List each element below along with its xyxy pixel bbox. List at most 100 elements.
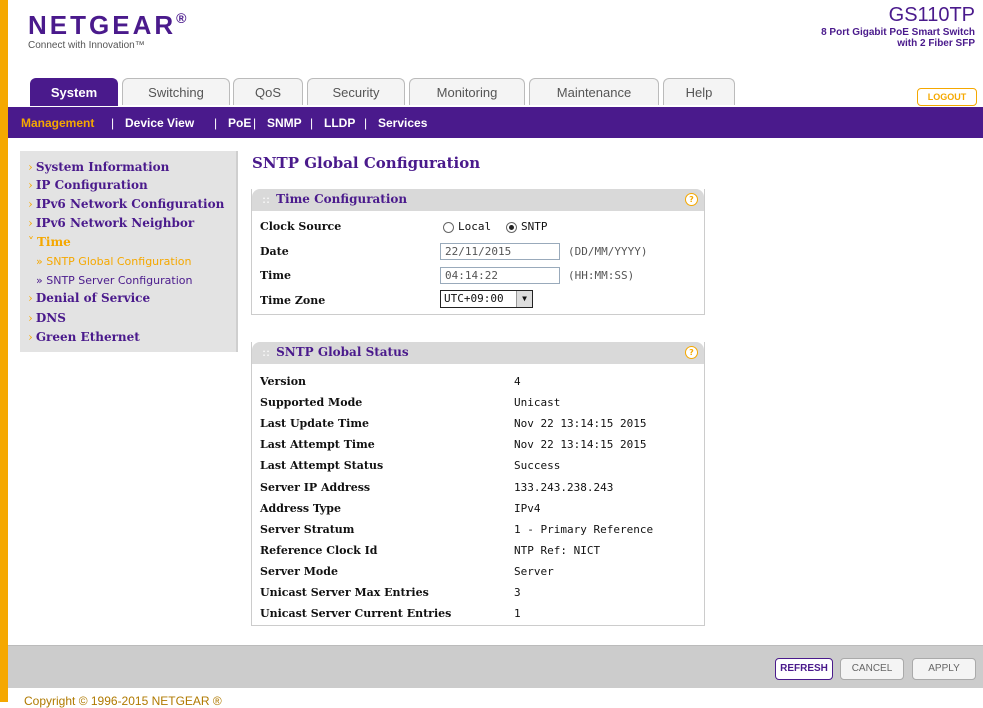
chevron-down-icon: ˅ [28,235,34,249]
status-value: 3 [514,586,521,599]
panel-title: :: Time Configuration [262,192,408,206]
model-info: GS110TP 8 Port Gigabit PoE Smart Switch … [821,4,975,49]
subnav-separator: | [214,116,218,130]
subnav-separator: | [310,116,314,130]
clock-source-sntp-radio[interactable] [506,222,517,233]
panel-title-text: SNTP Global Status [276,345,409,359]
status-value: NTP Ref: NICT [514,544,601,557]
sidebar-item-system-information[interactable]: › System Information [28,160,169,174]
sidebar-item-label: DNS [35,311,66,325]
sidebar-item-label: IPv6 Network Neighbor [35,216,195,230]
tab-security[interactable]: Security [307,78,405,105]
sidebar-subitem-sntp-server-configuration[interactable]: » SNTP Server Configuration [36,274,192,287]
panel-title-text: Time Configuration [276,192,408,206]
sidebar-item-label: IP Configuration [35,178,148,192]
sidebar-item-ip-configuration[interactable]: › IP Configuration [28,178,148,192]
help-icon[interactable]: ? [685,193,698,206]
left-accent-bar [0,0,8,702]
status-value: Success [514,459,561,472]
tab-help[interactable]: Help [663,78,735,105]
sidebar-item-dns[interactable]: › DNS [28,311,66,325]
status-value: 133.243.238.243 [514,481,614,494]
model-name: GS110TP [888,4,975,26]
model-desc-2: with 2 Fiber SFP [897,38,975,49]
sidebar-subitem-label: SNTP Server Configuration [46,274,193,287]
status-label: Last Attempt Status [260,459,384,472]
status-label: Server Stratum [260,523,355,536]
chevron-right-icon: › [28,330,33,344]
tab-maintenance[interactable]: Maintenance [529,78,659,105]
subnav-lldp[interactable]: LLDP [324,116,355,130]
sidebar-item-denial-of-service[interactable]: › Denial of Service [28,291,150,305]
date-label: Date [260,245,289,258]
sidebar: › System Information › IP Configuration › I… [20,151,238,352]
tab-switching[interactable]: Switching [122,78,230,105]
chevron-right-icon: › [28,178,33,192]
model-desc-1: 8 Port Gigabit PoE Smart Switch [821,27,975,38]
sidebar-item-label: Green Ethernet [35,330,140,344]
subnav-management[interactable]: Management [21,116,94,130]
cancel-button[interactable]: CANCEL [840,658,904,680]
logout-button[interactable]: LOGOUT [917,88,977,106]
status-label: Unicast Server Max Entries [260,586,429,599]
status-label: Address Type [260,502,341,515]
clock-source-sntp-label: SNTP [521,220,548,233]
header: NETGEAR® Connect with Innovation™ GS110T… [8,0,983,78]
sub-navigation: Management | Device View | PoE | SNMP | … [8,107,983,138]
chevron-right-icon: › [28,197,33,211]
chevron-right-icon: › [28,216,33,230]
sidebar-item-green-ethernet[interactable]: › Green Ethernet [28,330,140,344]
chevron-down-icon: ▼ [516,291,532,307]
subnav-services[interactable]: Services [378,116,427,130]
copyright-text: Copyright © 1996-2015 NETGEAR ® [24,694,222,708]
status-value: 1 - Primary Reference [514,523,654,536]
sidebar-subitem-sntp-global-configuration[interactable]: » SNTP Global Configuration [36,255,191,268]
status-label: Reference Clock Id [260,544,378,557]
sidebar-item-time[interactable]: ˅ Time [28,235,71,249]
sidebar-item-label: Time [37,235,71,249]
date-field[interactable]: 22/11/2015 [440,243,560,260]
footer-bar: REFRESH CANCEL APPLY [8,645,983,688]
sidebar-item-label: Denial of Service [35,291,151,305]
chevron-right-icon: › [28,160,33,174]
date-format-hint: (DD/MM/YYYY) [568,245,648,258]
sidebar-item-ipv6-network-neighbor[interactable]: › IPv6 Network Neighbor [28,216,194,230]
subnav-poe[interactable]: PoE [228,116,251,130]
clock-source-label: Clock Source [260,220,342,233]
sidebar-item-ipv6-network-configuration[interactable]: › IPv6 Network Configuration [28,197,224,211]
panel-header: :: SNTP Global Status ? [252,342,704,364]
time-format-hint: (HH:MM:SS) [568,269,635,282]
status-value: Nov 22 13:14:15 2015 [514,438,647,451]
refresh-button[interactable]: REFRESH [775,658,833,680]
time-label: Time [260,269,292,282]
subnav-device-view[interactable]: Device View [125,116,194,130]
status-value: Unicast [514,396,561,409]
chevron-right-icon: › [28,291,33,305]
tab-system[interactable]: System [30,78,118,106]
page-title: SNTP Global Configuration [252,154,481,172]
status-label: Version [260,375,307,388]
panel-header: :: Time Configuration ? [252,189,704,211]
status-value: Server [514,565,554,578]
status-label: Supported Mode [260,396,363,409]
panel-title: :: SNTP Global Status [262,345,409,359]
clock-source-local-label: Local [458,220,492,233]
status-value: IPv4 [514,502,541,515]
time-zone-select[interactable]: UTC+09:00 ▼ [440,290,533,308]
subnav-separator: | [253,116,257,130]
apply-button[interactable]: APPLY [912,658,976,680]
status-label: Server IP Address [260,481,371,494]
subnav-separator: | [364,116,368,130]
status-value: 1 [514,607,521,620]
tab-monitoring[interactable]: Monitoring [409,78,525,105]
time-zone-label: Time Zone [260,294,326,307]
status-label: Last Update Time [260,417,369,430]
status-value: Nov 22 13:14:15 2015 [514,417,647,430]
time-field[interactable]: 04:14:22 [440,267,560,284]
clock-source-local-radio[interactable] [443,222,454,233]
subnav-snmp[interactable]: SNMP [267,116,302,130]
tab-qos[interactable]: QoS [233,78,303,105]
sidebar-item-label: IPv6 Network Configuration [35,197,225,211]
help-icon[interactable]: ? [685,346,698,359]
sntp-global-status-panel: :: SNTP Global Status ? Version 4 Support… [251,342,705,626]
